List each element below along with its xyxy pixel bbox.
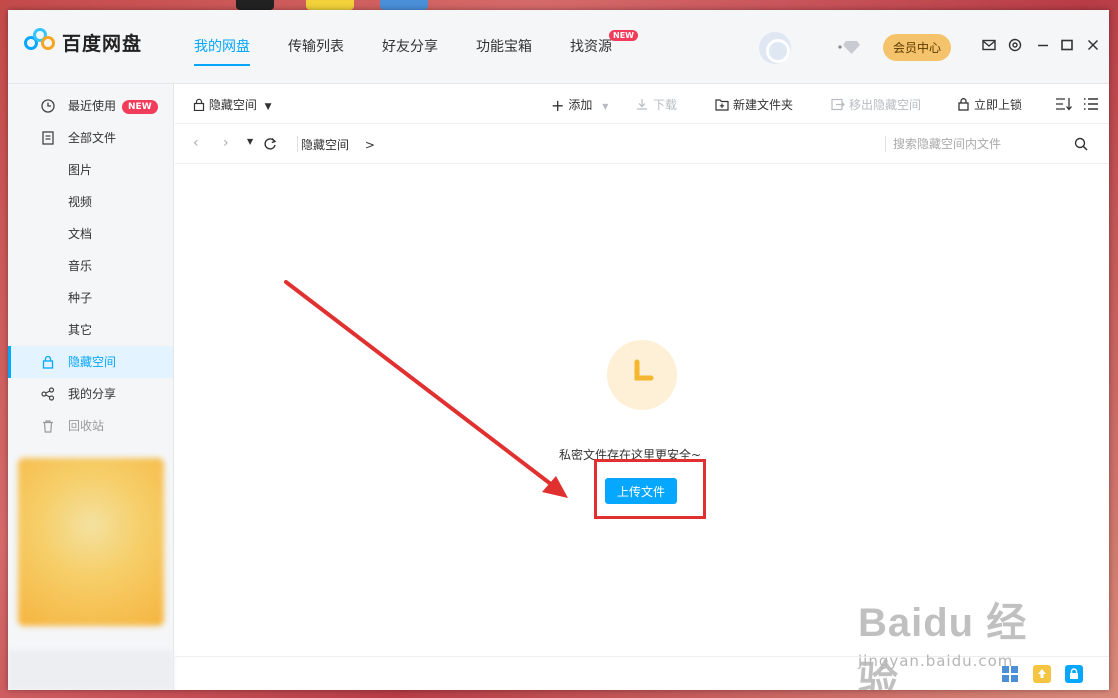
vip-center-button[interactable]: 会员中心	[883, 34, 952, 61]
move-out-icon	[831, 98, 845, 111]
sidebar-item-documents[interactable]: 文档	[8, 218, 173, 250]
sidebar-item-label: 回收站	[68, 419, 105, 433]
sidebar-item-label: 全部文件	[68, 131, 117, 145]
caret-down-icon: ▼	[264, 102, 272, 112]
new-badge: NEW	[609, 30, 638, 41]
breadcrumb: 隐藏空间 >	[301, 136, 375, 153]
sidebar-item-hidden-space[interactable]: 隐藏空间	[8, 346, 173, 378]
diamond-icon[interactable]	[837, 38, 861, 56]
watermark-brand: Baidu 经验	[858, 601, 1028, 690]
clock-illustration-icon	[634, 359, 654, 381]
add-button[interactable]: + 添加 ▼	[551, 96, 608, 115]
toolbar: 隐藏空间 ▼ + 添加 ▼ 下载 新建文件夹 移出隐藏空间 立即上锁	[175, 84, 1109, 124]
desktop-icon	[306, 0, 354, 10]
minimize-icon[interactable]	[1035, 37, 1051, 53]
sidebar-item-torrents[interactable]: 种子	[8, 282, 173, 314]
brand-name: 百度网盘	[62, 32, 143, 55]
promo-banner[interactable]	[18, 458, 164, 626]
app-window: 百度网盘 我的网盘 传输列表 好友分享 功能宝箱 找资源 NEW 会员中心 最近…	[8, 10, 1109, 690]
main-nav: 我的网盘 传输列表 好友分享 功能宝箱 找资源 NEW	[194, 10, 650, 84]
new-folder-button[interactable]: 新建文件夹	[715, 96, 793, 113]
sidebar-footer	[8, 650, 174, 690]
sidebar-item-recycle-bin[interactable]: 回收站	[8, 410, 173, 442]
sidebar-item-all-files[interactable]: 全部文件	[8, 122, 173, 154]
download-icon	[637, 99, 647, 110]
divider	[885, 136, 886, 152]
mail-icon[interactable]	[981, 37, 997, 53]
search-input[interactable]	[893, 134, 1063, 154]
space-dropdown[interactable]: 隐藏空间 ▼	[193, 96, 272, 113]
new-badge: NEW	[122, 99, 158, 114]
plus-icon: +	[551, 96, 565, 115]
sort-icon[interactable]	[1055, 97, 1073, 111]
sidebar-item-label: 隐藏空间	[68, 355, 117, 369]
empty-state-illustration	[607, 340, 677, 410]
breadcrumb-bar: ‹ › ▼ 隐藏空间 >	[175, 124, 1109, 164]
download-button[interactable]: 下载	[635, 96, 677, 113]
annotation-highlight-box	[594, 459, 706, 519]
breadcrumb-separator: >	[364, 138, 375, 152]
tab-find-resources[interactable]: 找资源 NEW	[570, 10, 638, 84]
new-folder-icon	[715, 99, 729, 111]
list-view-icon[interactable]	[1083, 97, 1099, 111]
history-dropdown-icon[interactable]: ▼	[247, 137, 253, 146]
tab-friend-share[interactable]: 好友分享	[382, 10, 438, 84]
tab-my-disk[interactable]: 我的网盘	[194, 10, 250, 84]
sidebar-item-music[interactable]: 音乐	[8, 250, 173, 282]
maximize-icon[interactable]	[1059, 37, 1075, 53]
header: 百度网盘 我的网盘 传输列表 好友分享 功能宝箱 找资源 NEW 会员中心	[8, 10, 1109, 84]
cloud-logo-icon	[24, 28, 56, 56]
breadcrumb-item[interactable]: 隐藏空间	[301, 138, 349, 152]
share-icon	[41, 387, 55, 401]
desktop-icon	[236, 0, 274, 10]
refresh-icon[interactable]	[263, 137, 277, 151]
settings-icon[interactable]	[1007, 37, 1023, 53]
back-icon[interactable]: ‹	[193, 135, 199, 151]
desktop-icon	[380, 0, 428, 10]
sidebar: 最近使用 NEW 全部文件 图片 视频 文档 音乐 种子 其它 隐藏空间 我的分…	[8, 84, 174, 690]
lock-icon	[42, 355, 54, 369]
logo: 百度网盘	[24, 28, 142, 56]
divider	[297, 136, 298, 152]
desktop-background	[0, 0, 1118, 10]
move-out-hidden-button[interactable]: 移出隐藏空间	[831, 96, 921, 113]
lock-icon	[958, 98, 969, 111]
sidebar-item-label: 最近使用	[68, 99, 117, 113]
lock-icon	[193, 98, 205, 112]
tab-toolbox[interactable]: 功能宝箱	[476, 10, 532, 84]
sidebar-item-other[interactable]: 其它	[8, 314, 173, 346]
tab-transfer-list[interactable]: 传输列表	[288, 10, 344, 84]
forward-icon[interactable]: ›	[223, 135, 229, 151]
sidebar-item-videos[interactable]: 视频	[8, 186, 173, 218]
search-icon[interactable]	[1073, 136, 1089, 152]
sidebar-item-recent[interactable]: 最近使用 NEW	[8, 90, 173, 122]
sidebar-item-label: 我的分享	[68, 387, 117, 401]
watermark-text: jingyan.baidu.com	[858, 652, 1014, 670]
sidebar-item-images[interactable]: 图片	[8, 154, 173, 186]
sidebar-item-my-shares[interactable]: 我的分享	[8, 378, 173, 410]
document-icon	[42, 131, 54, 145]
lock-now-button[interactable]: 立即上锁	[957, 96, 1022, 113]
close-icon[interactable]	[1085, 37, 1101, 53]
baidu-jingyan-watermark: Baidu 经验 jingyan.baidu.com	[858, 590, 1068, 690]
avatar[interactable]	[759, 32, 791, 64]
caret-down-icon: ▼	[602, 102, 609, 111]
trash-icon	[43, 420, 53, 433]
clock-icon	[41, 99, 55, 113]
